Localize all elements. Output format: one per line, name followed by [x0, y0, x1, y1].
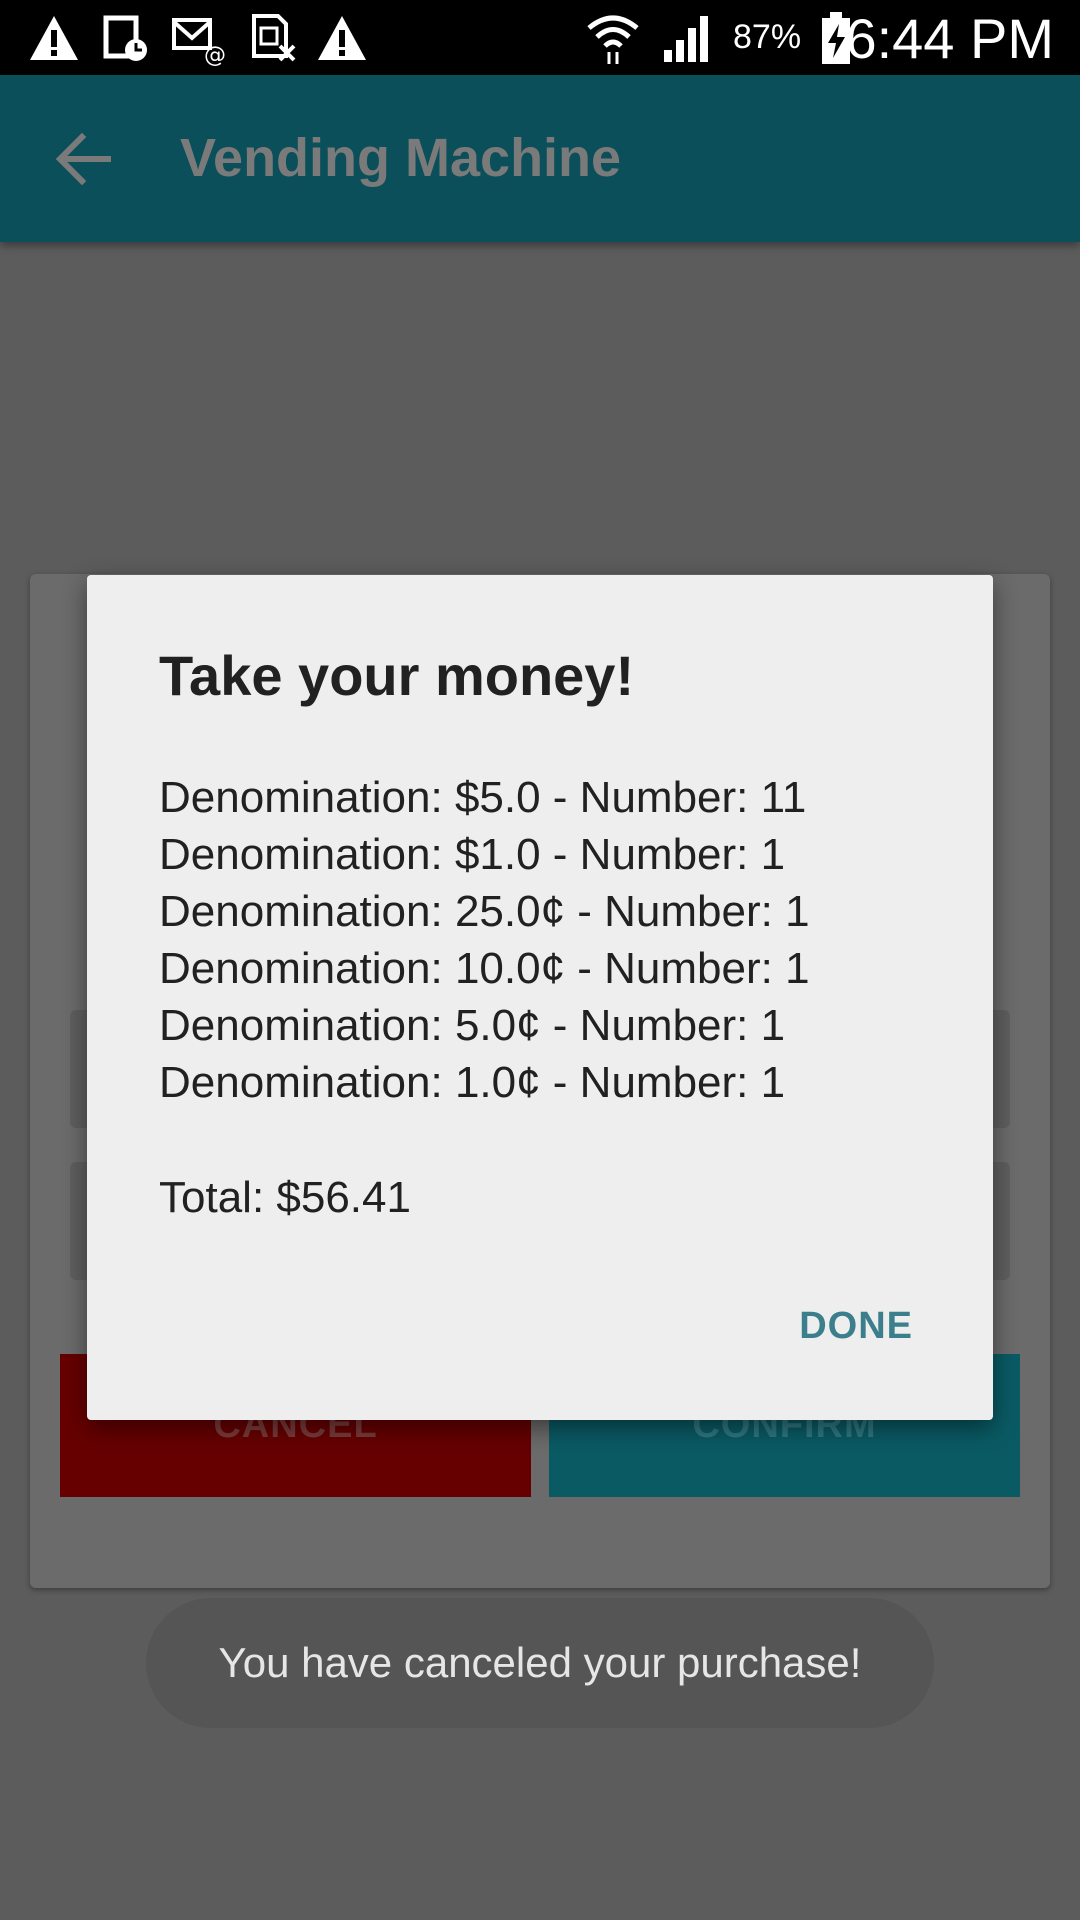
arrow-back-icon[interactable] — [50, 125, 118, 193]
email-icon: @ — [172, 18, 226, 66]
wifi-icon — [587, 15, 639, 64]
app-toolbar: Vending Machine — [0, 75, 1080, 242]
toast-message: You have canceled your purchase! — [146, 1598, 934, 1728]
denomination-line: Denomination: 1.0¢ - Number: 1 — [159, 1058, 786, 1107]
denomination-line: Denomination: 25.0¢ - Number: 1 — [159, 887, 810, 936]
sim-error-icon — [252, 14, 296, 62]
denomination-line: Denomination: $1.0 - Number: 1 — [159, 830, 786, 879]
svg-text:@: @ — [204, 43, 226, 66]
change-dialog: Take your money! Denomination: $5.0 - Nu… — [87, 575, 993, 1420]
toolbar-title: Vending Machine — [180, 128, 622, 188]
denomination-line: Denomination: 10.0¢ - Number: 1 — [159, 944, 810, 993]
done-button[interactable]: DONE — [789, 1297, 923, 1356]
denomination-line: Denomination: 5.0¢ - Number: 1 — [159, 1001, 786, 1050]
total-amount: Total: $56.41 — [159, 1173, 411, 1222]
warning-icon — [30, 16, 78, 60]
calendar-alarm-icon — [103, 15, 147, 61]
denomination-list: Denomination: $5.0 - Number: 11 Denomina… — [159, 769, 810, 1111]
status-bar: @ 87% 6:44 PM — [0, 0, 1080, 75]
signal-icon — [664, 16, 708, 62]
clock: 6:44 PM — [845, 7, 1054, 70]
denomination-line: Denomination: $5.0 - Number: 11 — [159, 773, 807, 822]
battery-percent: 87% — [733, 18, 802, 56]
warning-icon — [318, 16, 366, 60]
dialog-title: Take your money! — [159, 644, 635, 707]
